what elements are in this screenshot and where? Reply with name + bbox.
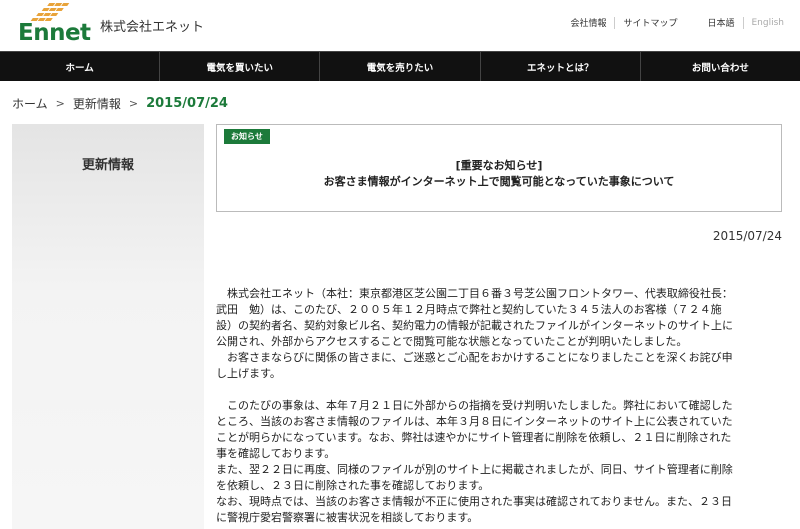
company-name: 株式会社エネット: [100, 20, 205, 35]
breadcrumb-news[interactable]: 更新情報: [73, 95, 121, 112]
notice-box: お知らせ [重要なお知らせ] お客さま情報がインターネット上で閲覧可能となってい…: [216, 124, 782, 212]
notice-badge: お知らせ: [224, 129, 270, 144]
body-line: ことが明らかになっています。なお、弊社は速やかにサイト管理者に削除を依頼し、２１…: [216, 431, 732, 444]
sidebar: 更新情報: [12, 124, 204, 529]
nav-item-sell-electricity[interactable]: 電気を売りたい: [320, 52, 481, 81]
article-body: 株式会社エネット（本社：東京都港区芝公園二丁目６番３号芝公園フロントタワー、代表…: [216, 286, 782, 526]
lang-link-japanese[interactable]: 日本語: [699, 16, 742, 29]
article-date: 2015/07/24: [712, 229, 782, 243]
body-line: し上げます。: [216, 367, 281, 380]
nav-item-home[interactable]: ホーム: [0, 52, 161, 81]
breadcrumb-home[interactable]: ホーム: [12, 95, 48, 112]
body-line: このたびの事象は、本年７月２１日に外部からの指摘を受け判明いたしました。弊社にお…: [216, 399, 733, 412]
site-header: Ennet 株式会社エネット 会社情報 サイトマップ 日本語 English: [0, 0, 800, 50]
breadcrumb: ホーム > 更新情報 > 2015/07/24: [12, 95, 228, 112]
sidebar-title: 更新情報: [81, 158, 134, 173]
util-link-company-info[interactable]: 会社情報: [562, 16, 614, 29]
notice-title: お客さま情報がインターネット上で閲覧可能となっていた事象について: [323, 175, 675, 188]
nav-item-contact[interactable]: お問い合わせ: [641, 52, 800, 81]
ennet-logo[interactable]: Ennet: [8, 2, 91, 46]
breadcrumb-separator: >: [128, 97, 139, 110]
body-line: 株式会社エネット（本社：東京都港区芝公園二丁目６番３号芝公園フロントタワー、代表…: [216, 287, 733, 300]
body-line: 事を確認しております。: [216, 447, 336, 460]
breadcrumb-separator: >: [55, 97, 65, 110]
util-link-sitemap[interactable]: サイトマップ: [615, 16, 685, 29]
body-line: 武田 勉）は、このたび、２００５年１２月時点で弊社と契約していた３４５法人のお客…: [216, 303, 722, 316]
logo-wordmark: Ennet: [18, 20, 91, 46]
nav-item-buy-electricity[interactable]: 電気を買いたい: [160, 52, 321, 81]
body-line: 設）の契約者名、契約対象ビル名、契約電力の情報が記載されたファイルがインターネッ…: [216, 319, 733, 332]
utility-links: 会社情報 サイトマップ 日本語 English: [562, 16, 792, 29]
main-nav: ホーム 電気を買いたい 電気を売りたい エネットとは？ お問い合わせ: [0, 51, 800, 81]
body-spacer: [216, 382, 782, 398]
body-line: に警視庁愛宕警察署に被害状況を相談しております。: [216, 511, 479, 524]
body-line: なお、現時点では、当該のお客さま情報が不正に使用された事実は確認されておりません…: [216, 495, 733, 508]
body-line: 公開され、外部からアクセスすることで閲覧可能な状態となっていたことが判明いたしま…: [216, 335, 688, 348]
lang-link-english[interactable]: English: [744, 18, 793, 28]
nav-item-about[interactable]: エネットとは？: [481, 52, 641, 81]
body-line: また、翌２２日に再度、同様のファイルが別のサイト上に掲載されましたが、同日、サイ…: [216, 463, 733, 476]
body-line: お客さまならびに関係の皆さまに、ご迷惑とご心配をおかけすることになりましたことを…: [216, 351, 733, 364]
body-line: ところ、当該のお客さま情報のファイルは、本年３月８日にインターネットのサイト上に…: [216, 415, 733, 428]
body-line: を依頼し、２３日に削除された事を確認しております。: [216, 479, 490, 492]
breadcrumb-current: 2015/07/24: [146, 96, 228, 111]
notice-heading: [重要なお知らせ]: [455, 159, 543, 172]
